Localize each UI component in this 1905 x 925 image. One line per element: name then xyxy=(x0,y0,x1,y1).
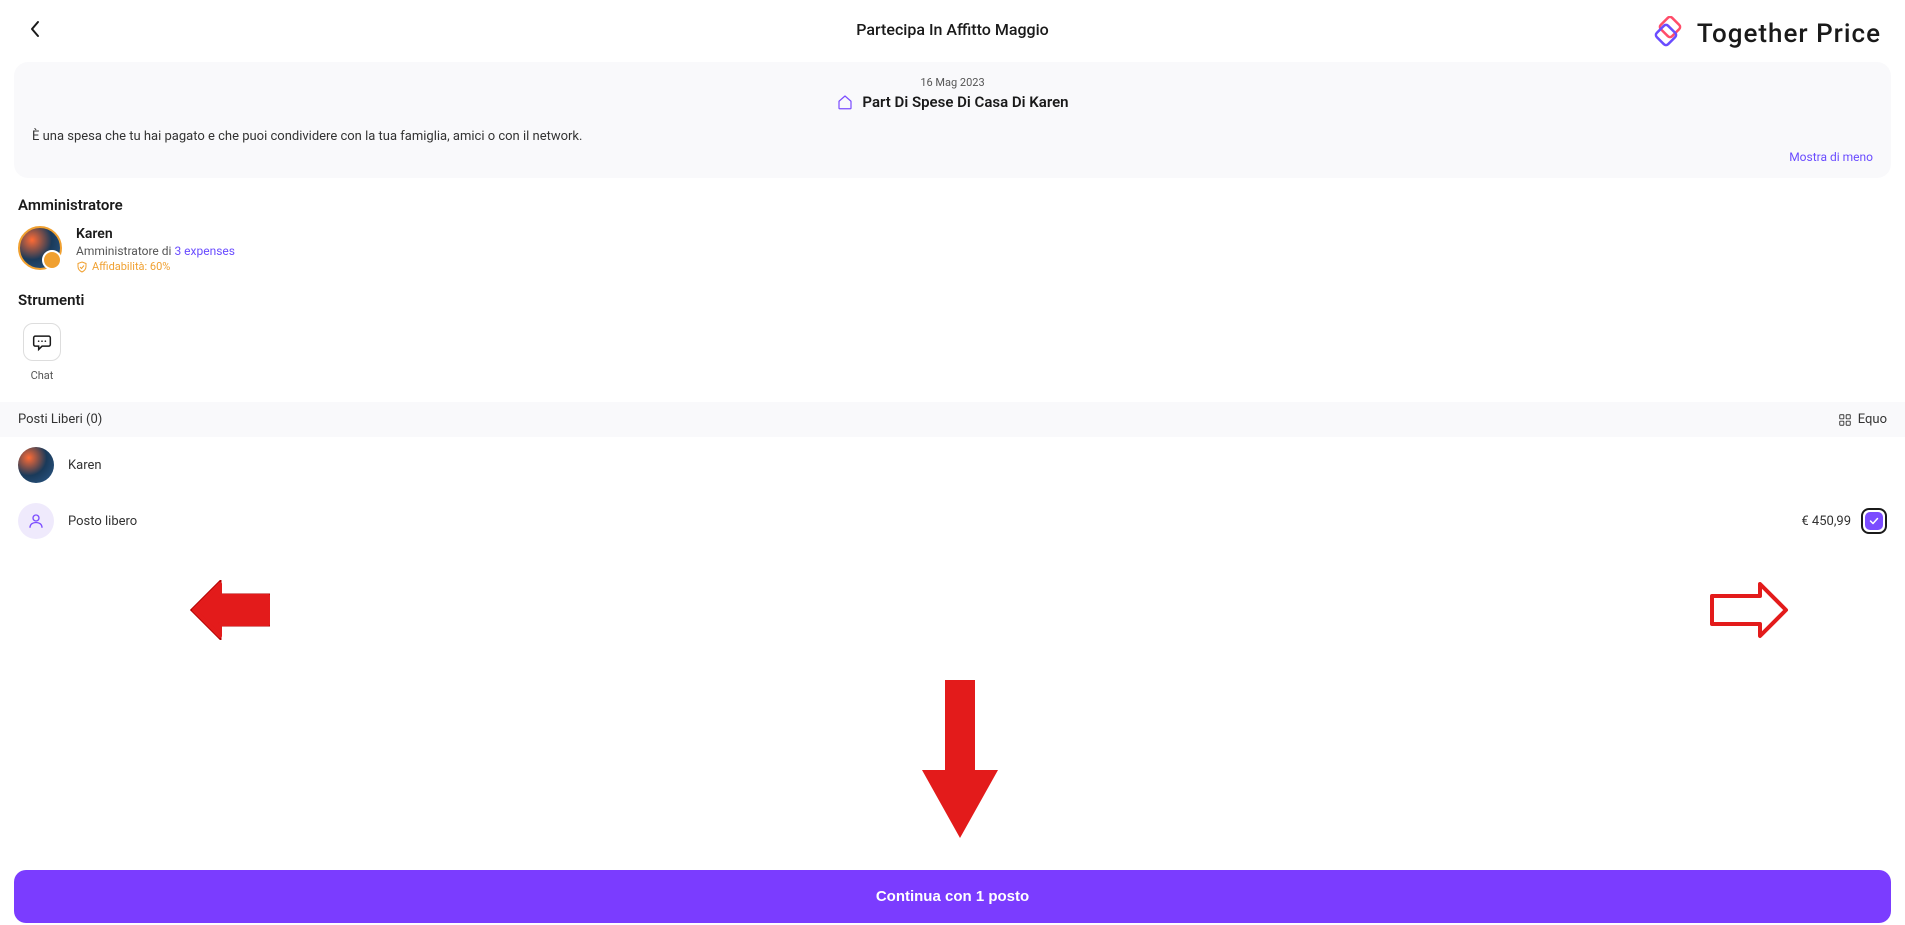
slots-header: Posti Liberi (0) Equo xyxy=(0,402,1905,437)
admin-section: Amministratore Karen Amministratore di 3… xyxy=(0,178,1905,273)
annotation-arrow-left-shape xyxy=(190,580,270,640)
admin-sub-prefix: Amministratore di xyxy=(76,244,174,258)
admin-reliability-badge: Affidabilità: 60% xyxy=(76,260,235,273)
slots-mode-label: Equo xyxy=(1858,412,1887,427)
info-title-row: Part Di Spese Di Casa Di Karen xyxy=(32,93,1873,111)
admin-expenses-link[interactable]: 3 expenses xyxy=(174,244,235,258)
slots-mode-toggle[interactable]: Equo xyxy=(1838,412,1887,427)
logo: Together Price xyxy=(1651,16,1881,52)
admin-subtitle: Amministratore di 3 expenses xyxy=(76,244,235,258)
chat-icon-box xyxy=(23,323,61,361)
slots-count-label: Posti Liberi (0) xyxy=(18,412,102,427)
slot-name: Posto libero xyxy=(68,514,137,529)
house-icon xyxy=(836,93,854,111)
grid-icon xyxy=(1838,413,1852,427)
slot-right: € 450,99 xyxy=(1801,508,1887,534)
admin-avatar[interactable] xyxy=(18,226,62,270)
chat-tool[interactable]: Chat xyxy=(18,323,66,382)
continue-button[interactable]: Continua con 1 posto xyxy=(14,870,1891,923)
show-less-row: Mostra di meno xyxy=(32,150,1873,164)
slot-left: Posto libero xyxy=(18,503,137,539)
check-icon xyxy=(1868,515,1880,527)
slot-checkbox[interactable] xyxy=(1861,508,1887,534)
annotation-arrow-down xyxy=(920,680,1000,840)
info-date: 16 Mag 2023 xyxy=(32,76,1873,89)
chevron-left-icon xyxy=(29,20,41,38)
admin-info: Karen Amministratore di 3 expenses Affid… xyxy=(76,226,235,273)
slot-left: Karen xyxy=(18,447,102,483)
slot-row-karen: Karen xyxy=(0,437,1905,493)
admin-badge-text: Affidabilità: 60% xyxy=(92,260,170,273)
avatar[interactable] xyxy=(18,447,54,483)
annotation-arrow-left xyxy=(190,580,270,640)
chat-icon xyxy=(32,332,52,352)
admin-row: Karen Amministratore di 3 expenses Affid… xyxy=(18,226,1887,273)
page-title: Partecipa In Affitto Maggio xyxy=(856,20,1049,39)
shield-check-icon xyxy=(76,261,88,273)
annotation-arrow-right xyxy=(1710,580,1790,640)
slot-price: € 450,99 xyxy=(1801,514,1851,529)
logo-text: Together Price xyxy=(1697,19,1881,49)
info-card: 16 Mag 2023 Part Di Spese Di Casa Di Kar… xyxy=(14,62,1891,178)
tools-row: Chat xyxy=(18,323,1887,382)
slot-row-free: Posto libero € 450,99 xyxy=(0,493,1905,549)
tools-section-label: Strumenti xyxy=(18,291,1887,309)
chat-tool-label: Chat xyxy=(31,369,54,382)
header: Partecipa In Affitto Maggio Together Pri… xyxy=(0,0,1905,62)
tools-section: Strumenti Chat xyxy=(0,273,1905,382)
info-title: Part Di Spese Di Casa Di Karen xyxy=(862,93,1068,111)
show-less-link[interactable]: Mostra di meno xyxy=(1789,150,1873,164)
continue-bar: Continua con 1 posto xyxy=(14,870,1891,923)
info-description: È una spesa che tu hai pagato e che puoi… xyxy=(32,129,1873,144)
checkbox-checked xyxy=(1865,512,1883,530)
logo-icon xyxy=(1651,16,1687,52)
person-icon xyxy=(27,512,45,530)
slot-name: Karen xyxy=(68,458,102,473)
admin-section-label: Amministratore xyxy=(18,196,1887,214)
back-button[interactable] xyxy=(24,18,46,40)
free-slot-avatar xyxy=(18,503,54,539)
admin-name: Karen xyxy=(76,226,235,242)
